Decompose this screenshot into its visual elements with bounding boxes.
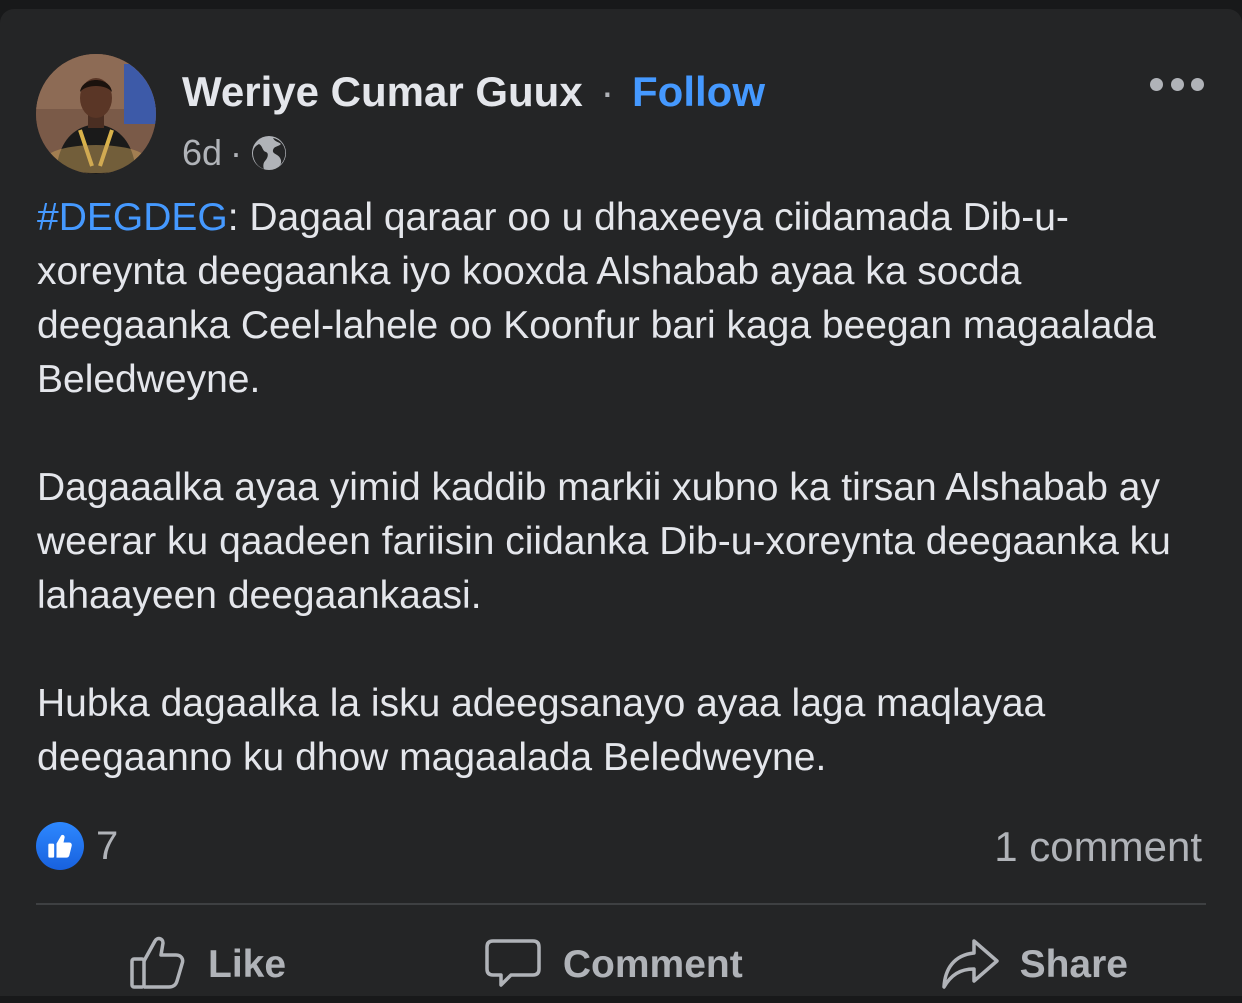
- post-paragraph: #DEGDEG: Dagaal qaraar oo u dhaxeeya cii…: [37, 191, 1212, 407]
- more-dot: [1150, 77, 1163, 91]
- like-label: Like: [208, 943, 287, 986]
- author-name[interactable]: Weriye Cumar Guux: [182, 68, 583, 115]
- share-arrow-icon: [940, 933, 1000, 998]
- divider: [36, 903, 1206, 905]
- author-avatar[interactable]: [36, 54, 156, 174]
- action-bar: Like Comment Share: [36, 927, 1206, 1003]
- more-dot: [1170, 77, 1184, 91]
- reaction-count: 7: [96, 823, 119, 868]
- like-button[interactable]: Like: [128, 933, 286, 998]
- comment-bubble-icon: [483, 933, 543, 998]
- post-paragraph: Dagaaalka ayaa yimid kaddib markii xubno…: [37, 466, 1171, 617]
- author-line: Weriye Cumar Guux · Follow: [182, 64, 765, 120]
- post-paragraph: Hubka dagaalka la isku adeegsanayo ayaa …: [37, 682, 1046, 779]
- post-card: Weriye Cumar Guux · Follow 6d · #DEGDEG:…: [0, 9, 1242, 996]
- share-button[interactable]: Share: [940, 933, 1128, 998]
- globe-icon: [250, 134, 288, 172]
- comment-label: Comment: [562, 943, 743, 986]
- hashtag-link[interactable]: #DEGDEG: [37, 196, 228, 239]
- reactions-summary[interactable]: 7: [36, 821, 118, 871]
- comment-count[interactable]: 1 comment: [994, 821, 1202, 873]
- follow-button[interactable]: Follow: [632, 68, 765, 115]
- thumbs-up-icon: [128, 933, 188, 998]
- meta-separator: ·: [230, 132, 243, 173]
- post-timestamp[interactable]: 6d: [182, 132, 222, 174]
- post-meta: 6d ·: [182, 131, 288, 175]
- post-body: #DEGDEG: Dagaal qaraar oo u dhaxeeya cii…: [37, 191, 1212, 839]
- comment-button[interactable]: Comment: [483, 933, 743, 998]
- more-options-icon[interactable]: [1150, 69, 1204, 99]
- more-dot: [1191, 77, 1204, 91]
- separator-dot: ·: [600, 68, 615, 115]
- share-label: Share: [1019, 943, 1128, 986]
- avatar-image: [36, 54, 156, 174]
- like-reaction-icon: [36, 822, 84, 870]
